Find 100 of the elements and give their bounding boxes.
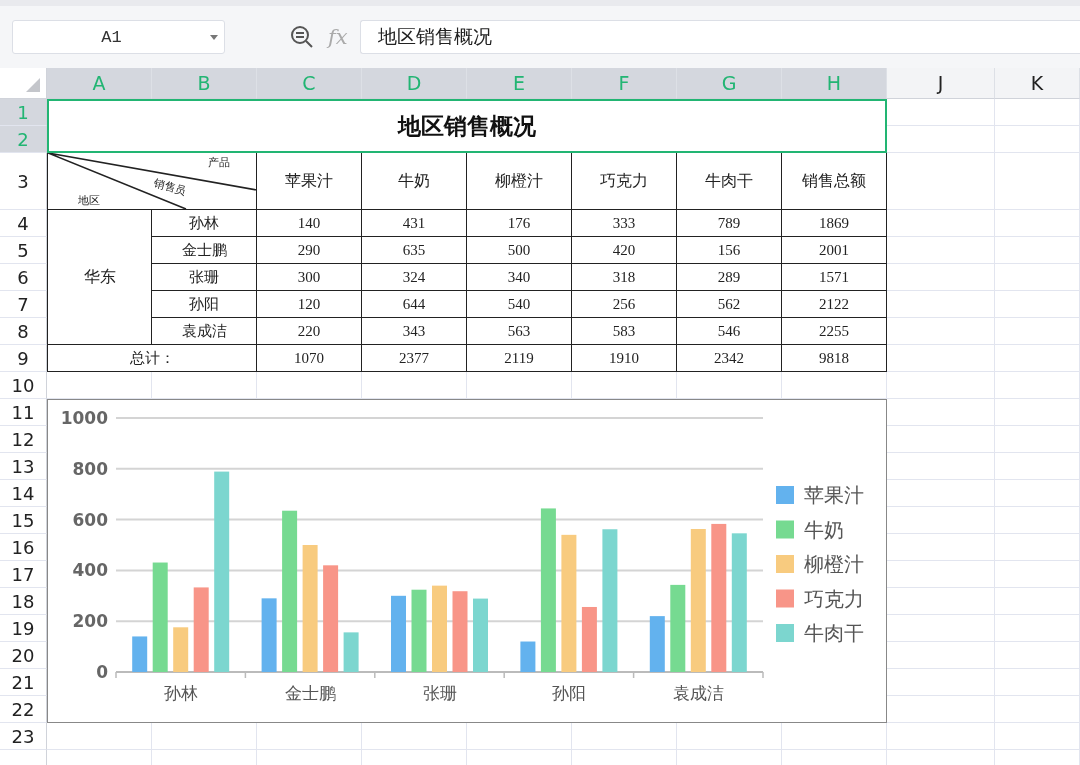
bar [649,616,665,672]
zoom-out-icon[interactable] [290,25,314,49]
empty-cell[interactable] [995,723,1080,750]
legend-label: 牛肉干 [804,621,864,645]
column-heading: 牛奶 [362,153,467,210]
empty-cell[interactable] [995,507,1080,534]
empty-cell[interactable] [995,99,1080,126]
formula-field[interactable]: 地区销售概况 [359,20,1080,54]
table-cell: 2255 [782,318,887,345]
table-cell: 318 [572,264,677,291]
x-tick-label: 袁成洁 [672,683,724,703]
row-header[interactable]: 9 [0,345,47,372]
table-cell: 333 [572,210,677,237]
legend-label: 巧克力 [804,586,864,611]
empty-cell[interactable] [995,318,1080,345]
column-heading: 销售总额 [782,153,887,210]
row-header[interactable]: 10 [0,372,47,399]
column-header[interactable]: K [995,68,1080,99]
table-cell: 120 [257,291,362,318]
table-cell: 256 [572,291,677,318]
empty-cell[interactable] [995,642,1080,669]
bar [343,632,359,672]
total-cell: 1070 [257,345,362,372]
empty-cell[interactable] [995,480,1080,507]
table-cell: 220 [257,318,362,345]
table-cell: 1571 [782,264,887,291]
header-label: 销售员 [152,176,188,197]
total-cell: 2119 [467,345,572,372]
table-cell: 156 [677,237,782,264]
empty-cell[interactable] [995,345,1080,372]
table-cell: 176 [467,210,572,237]
table-cell: 635 [362,237,467,264]
row-header[interactable]: 16 [0,534,47,561]
table-cell: 563 [467,318,572,345]
empty-cell[interactable] [995,561,1080,588]
region-cell: 华东 [47,210,152,345]
empty-cell[interactable] [887,723,995,750]
table-cell: 340 [467,264,572,291]
row-header[interactable]: 20 [0,642,47,669]
column-header[interactable]: J [887,68,995,99]
row-header[interactable]: 14 [0,480,47,507]
table-cell: 789 [677,210,782,237]
legend-label: 苹果汁 [804,483,864,507]
table-cell: 431 [362,210,467,237]
row-header[interactable]: 19 [0,615,47,642]
table-cell: 583 [572,318,677,345]
empty-cell[interactable] [995,264,1080,291]
caret-icon [210,34,218,40]
row-header[interactable]: 5 [0,237,47,264]
empty-cell[interactable] [995,669,1080,696]
table-cell: 540 [467,291,572,318]
y-tick-label: 0 [96,662,108,682]
column-heading: 牛肉干 [677,153,782,210]
row-header[interactable]: 6 [0,264,47,291]
name-cell: 孙林 [152,210,257,237]
row-header[interactable]: 23 [0,723,47,750]
total-label: 总计： [47,345,257,372]
row-header[interactable]: 3 [0,153,47,210]
empty-cell[interactable] [995,534,1080,561]
y-tick-label: 800 [72,458,108,479]
row-header[interactable]: 21 [0,669,47,696]
name-cell: 金士鹏 [152,237,257,264]
table-cell: 2122 [782,291,887,318]
x-tick-label: 孙林 [163,683,198,703]
empty-cell[interactable] [995,291,1080,318]
name-cell: 袁成洁 [152,318,257,345]
row-header[interactable]: 4 [0,210,47,237]
empty-cell[interactable] [995,372,1080,399]
table-cell: 562 [677,291,782,318]
table-cell: 1869 [782,210,887,237]
column-heading: 柳橙汁 [467,153,572,210]
row-header[interactable]: 11 [0,399,47,426]
row-header[interactable]: 7 [0,291,47,318]
row-header[interactable]: 12 [0,426,47,453]
empty-cell[interactable] [995,126,1080,153]
row-header[interactable]: 18 [0,588,47,615]
empty-cell[interactable] [995,237,1080,264]
empty-cell[interactable] [995,426,1080,453]
row-header[interactable]: 13 [0,453,47,480]
bar [581,607,597,672]
total-cell: 2342 [677,345,782,372]
row-header[interactable]: 15 [0,507,47,534]
empty-cell[interactable] [995,696,1080,723]
name-cell: 孙阳 [152,291,257,318]
empty-cell[interactable] [995,210,1080,237]
row-header[interactable]: 8 [0,318,47,345]
name-box[interactable]: A1 [12,20,225,54]
row-header[interactable]: 17 [0,561,47,588]
empty-cell[interactable] [887,372,995,399]
header-label: 产品 [208,156,230,168]
select-all-icon[interactable] [26,78,40,92]
empty-cell[interactable] [995,153,1080,210]
total-cell: 9818 [782,345,887,372]
empty-cell[interactable] [995,615,1080,642]
y-tick-label: 1000 [60,408,108,428]
empty-cell[interactable] [995,399,1080,426]
empty-cell[interactable] [995,453,1080,480]
table-cell: 343 [362,318,467,345]
row-header[interactable]: 22 [0,696,47,723]
empty-cell[interactable] [995,588,1080,615]
